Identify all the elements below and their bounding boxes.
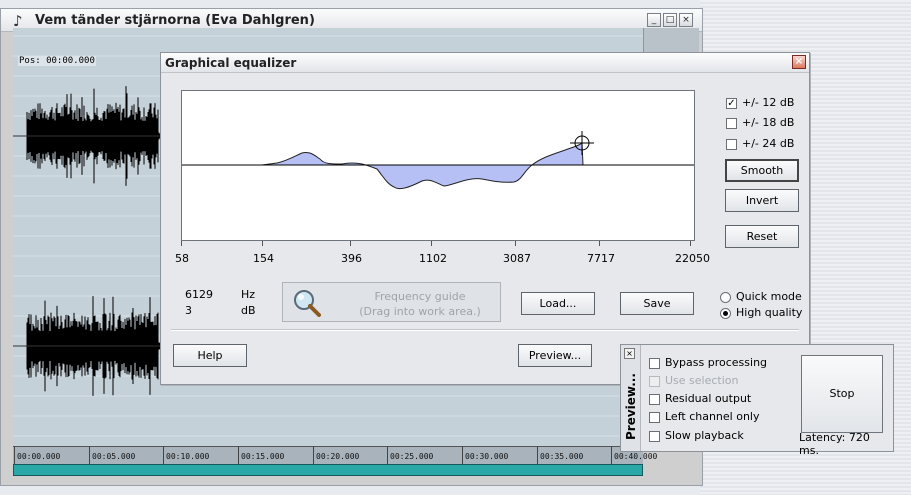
load-button[interactable]: Load...	[521, 292, 595, 315]
frequency-guide[interactable]: Frequency guide (Drag into work area.)	[282, 282, 501, 322]
checkbox-box	[726, 138, 737, 150]
gain-unit: dB	[241, 304, 256, 317]
timeline-tick-mark	[611, 446, 612, 464]
invert-button[interactable]: Invert	[725, 189, 799, 212]
radio-dot	[720, 307, 731, 319]
frequency-tick-mark	[181, 241, 182, 246]
use-selection-label: Use selection	[665, 374, 739, 387]
timeline-tick-mark	[462, 446, 463, 464]
dialog-title-bar[interactable]: Graphical equalizer ×	[161, 53, 809, 73]
eq-curve-canvas	[182, 131, 694, 190]
stop-button[interactable]: Stop	[801, 355, 883, 433]
timeline-tick-label: 00:10.000	[166, 452, 210, 461]
timeline-tick-label: 00:40.000	[614, 452, 658, 461]
bypass-processing-label: Bypass processing	[665, 356, 768, 369]
frequency-tick-label: 396	[341, 252, 362, 265]
timeline-tick-mark	[238, 446, 239, 464]
help-button[interactable]: Help	[173, 344, 247, 367]
checkbox-box	[726, 117, 737, 129]
timeline-tick-label: 00:35.000	[540, 452, 584, 461]
radio-dot	[720, 291, 731, 303]
smooth-button[interactable]: Smooth	[725, 159, 799, 182]
checkbox-box	[649, 393, 660, 405]
minimize-button[interactable]: _	[647, 13, 661, 27]
timeline-tick-mark	[163, 446, 164, 464]
high-quality-radio[interactable]: High quality	[720, 306, 802, 319]
preview-side-title: Preview...	[624, 373, 638, 440]
frequency-tick-mark	[599, 241, 600, 246]
use-selection-checkbox: Use selection	[649, 374, 739, 387]
range-24db-checkbox[interactable]: +/- 24 dB	[726, 137, 794, 150]
bypass-processing-checkbox[interactable]: Bypass processing	[649, 356, 767, 369]
timeline-tick-mark	[313, 446, 314, 464]
gain-readout: 3	[185, 304, 192, 317]
dialog-title: Graphical equalizer	[165, 56, 297, 70]
checkbox-box	[649, 357, 660, 369]
window-title: Vem tänder stjärnorna (Eva Dahlgren)	[35, 13, 315, 28]
left-channel-only-checkbox[interactable]: Left channel only	[649, 410, 759, 423]
frequency-tick-mark	[431, 241, 432, 246]
timeline-tick-mark	[387, 446, 388, 464]
range-24db-label: +/- 24 dB	[742, 137, 795, 150]
frequency-tick-label: 3087	[503, 252, 531, 265]
close-button[interactable]: ×	[679, 13, 693, 27]
preview-button[interactable]: Preview...	[518, 344, 592, 367]
timeline-tick-label: 00:15.000	[241, 452, 285, 461]
left-channel-only-label: Left channel only	[665, 410, 760, 423]
preview-panel: × Preview... Bypass processing Use selec…	[620, 344, 894, 457]
quick-mode-radio[interactable]: Quick mode	[720, 290, 802, 303]
timeline-tick-label: 00:20.000	[316, 452, 360, 461]
position-label: Pos: 00:00.000	[18, 56, 96, 66]
timeline-tick-mark	[14, 446, 15, 464]
checkbox-box	[649, 411, 660, 423]
frequency-tick-mark	[515, 241, 516, 246]
frequency-tick-label: 7717	[587, 252, 615, 265]
frequency-guide-title: Frequency guide	[374, 290, 466, 303]
maximize-button[interactable]: □	[663, 13, 677, 27]
frequency-guide-hint: (Drag into work area.)	[359, 305, 481, 318]
residual-output-checkbox[interactable]: Residual output	[649, 392, 751, 405]
timeline-tick-label: 00:00.000	[17, 452, 61, 461]
frequency-tick-mark	[262, 241, 263, 246]
equalizer-dialog: Graphical equalizer × 58 154 396 1102 3087 77…	[160, 52, 810, 385]
timeline-tick-mark	[537, 446, 538, 464]
range-12db-label: +/- 12 dB	[742, 96, 795, 109]
slow-playback-checkbox[interactable]: Slow playback	[649, 429, 744, 442]
residual-output-label: Residual output	[665, 392, 752, 405]
preview-close-button[interactable]: ×	[624, 348, 635, 359]
dialog-close-button[interactable]: ×	[792, 55, 806, 69]
magnifier-icon	[294, 290, 321, 317]
save-button[interactable]: Save	[620, 292, 694, 315]
timeline-tick-label: 00:25.000	[390, 452, 434, 461]
timeline-tick-mark	[89, 446, 90, 464]
high-quality-label: High quality	[736, 306, 803, 319]
eq-curve-graph[interactable]	[181, 90, 695, 241]
divider	[171, 329, 799, 331]
checkbox-box	[649, 430, 660, 442]
preview-side-bar: × Preview...	[621, 345, 641, 451]
eq-curve-fill	[261, 141, 584, 190]
quick-mode-label: Quick mode	[736, 290, 802, 303]
frequency-unit: Hz	[241, 288, 256, 301]
checkbox-box	[649, 375, 660, 387]
frequency-readout: 6129	[185, 288, 213, 301]
reset-button[interactable]: Reset	[725, 225, 799, 248]
range-18db-label: +/- 18 dB	[742, 116, 795, 129]
frequency-tick-label: 22050	[675, 252, 710, 265]
timeline-tick-label: 00:30.000	[465, 452, 509, 461]
frequency-tick-label: 1102	[419, 252, 447, 265]
slow-playback-label: Slow playback	[665, 429, 744, 442]
frequency-tick-mark	[350, 241, 351, 246]
timeline-tick-label: 00:05.000	[92, 452, 136, 461]
frequency-tick-label: 58	[175, 252, 189, 265]
range-12db-checkbox[interactable]: ✓ +/- 12 dB	[726, 96, 794, 109]
latency-label: Latency: 720 ms.	[799, 431, 870, 457]
frequency-tick-label: 154	[253, 252, 274, 265]
range-18db-checkbox[interactable]: +/- 18 dB	[726, 116, 794, 129]
horizontal-scrollbar[interactable]	[13, 464, 643, 476]
checkbox-box: ✓	[726, 97, 737, 109]
frequency-tick-mark	[690, 241, 691, 246]
